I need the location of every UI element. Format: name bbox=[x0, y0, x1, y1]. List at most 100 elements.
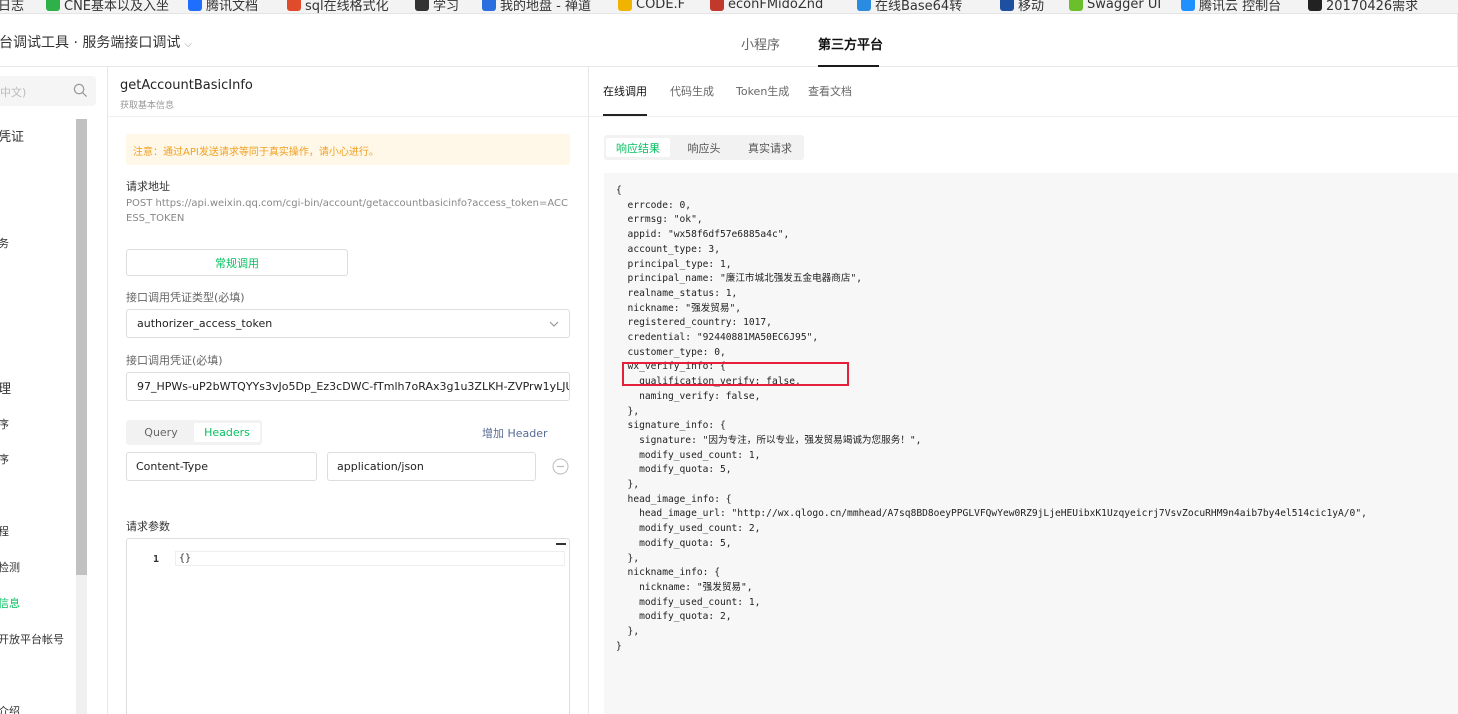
bookmark-favicon-icon bbox=[1000, 0, 1014, 11]
search-icon[interactable] bbox=[73, 83, 88, 98]
sidebar-item-active[interactable]: 信息 bbox=[0, 595, 20, 611]
chevron-down-icon bbox=[549, 321, 559, 327]
editor-line[interactable]: {} bbox=[175, 551, 565, 566]
response-body: { errcode: 0, errmsg: "ok", appid: "wx58… bbox=[604, 173, 1458, 714]
request-panel: getAccountBasicInfo 获取基本信息 注意：通过API发送请求等… bbox=[108, 67, 589, 714]
highlight-annotation bbox=[622, 362, 849, 386]
add-header-link[interactable]: 增加 Header bbox=[482, 425, 548, 441]
bookmark-item[interactable]: 移动 bbox=[1000, 0, 1044, 13]
request-url-label: 请求地址 bbox=[126, 180, 170, 193]
minimize-icon[interactable] bbox=[556, 543, 566, 545]
response-panel: 在线调用 代码生成 Token生成 查看文档 响应结果 响应头 真实请求 { e… bbox=[589, 67, 1458, 714]
bookmark-label: 学习 bbox=[433, 0, 460, 14]
bookmark-label: 腾讯文档 bbox=[206, 0, 259, 14]
top-header: 台调试工具 · 服务端接口调试 ⌵ 小程序 第三方平台 bbox=[0, 14, 1458, 67]
remove-circle-icon[interactable] bbox=[552, 458, 569, 475]
sidebar-item[interactable]: 检测 bbox=[0, 559, 20, 575]
bookmark-favicon-icon bbox=[1308, 0, 1322, 11]
bookmark-label: 腾讯云 控制台 bbox=[1199, 0, 1282, 14]
sidebar-item[interactable]: 序 bbox=[0, 451, 9, 467]
normal-call-button[interactable]: 常规调用 bbox=[126, 249, 348, 276]
tab-headers[interactable]: Headers bbox=[194, 423, 260, 442]
bookmark-favicon-icon bbox=[46, 0, 60, 11]
request-url: POST https://api.weixin.qq.com/cgi-bin/a… bbox=[126, 198, 568, 224]
header-value-value: application/json bbox=[337, 460, 424, 473]
bookmark-item[interactable]: Swagger UI bbox=[1069, 0, 1161, 13]
bookmark-item[interactable]: 腾讯文档 bbox=[188, 0, 258, 13]
sidebar-item[interactable]: 序 bbox=[0, 416, 9, 432]
bookmark-item[interactable]: 日志 bbox=[0, 0, 24, 13]
token-label: 接口调用凭证(必填) bbox=[126, 354, 223, 367]
app-title-text: 台调试工具 · 服务端接口调试 bbox=[0, 35, 181, 51]
search-placeholder: 中文) bbox=[0, 86, 27, 99]
sidebar-item[interactable]: 凭证 bbox=[0, 126, 24, 145]
bookmark-item[interactable]: 学习 bbox=[415, 0, 459, 13]
bookmark-favicon-icon bbox=[857, 0, 871, 11]
warning-banner: 注意：通过API发送请求等同于真实操作，请小心进行。 bbox=[126, 134, 570, 165]
sidebar-item[interactable]: 理 bbox=[0, 378, 11, 397]
bookmark-item[interactable]: 20170426需求 bbox=[1308, 0, 1418, 13]
bookmark-label: CODE.F bbox=[636, 0, 686, 12]
bookmark-item[interactable]: 腾讯云 控制台 bbox=[1181, 0, 1281, 13]
tab-response-headers[interactable]: 响应头 bbox=[672, 138, 736, 157]
scrollbar-thumb[interactable] bbox=[76, 119, 87, 575]
app-title[interactable]: 台调试工具 · 服务端接口调试 ⌵ bbox=[0, 32, 192, 52]
tab-response-result[interactable]: 响应结果 bbox=[606, 138, 670, 157]
bookmark-favicon-icon bbox=[287, 0, 301, 11]
token-type-value: authorizer_access_token bbox=[137, 317, 273, 330]
token-type-select[interactable]: authorizer_access_token bbox=[126, 309, 570, 338]
bookmarks-bar: 日志 CNE基本以及入坐 腾讯文档 sql在线格式化 学习 我的地盘 - 禅道 CODE.F… bbox=[0, 0, 1458, 14]
bookmark-favicon-icon bbox=[415, 0, 429, 11]
bookmark-label: 移动 bbox=[1018, 0, 1045, 14]
bookmark-favicon-icon bbox=[618, 0, 632, 11]
sidebar: 中文) 凭证 务 理 序 序 程 检测 信息 开放平台帐号 介绍 bbox=[0, 67, 108, 714]
divider bbox=[108, 116, 588, 117]
bookmark-label: 在线Base64转 bbox=[875, 0, 963, 14]
bookmark-label: 我的地盘 - 禅道 bbox=[500, 0, 591, 14]
tab-code-gen[interactable]: 代码生成 bbox=[670, 83, 714, 99]
sidebar-scrollbar[interactable] bbox=[76, 119, 87, 714]
bookmark-item[interactable]: 我的地盘 - 禅道 bbox=[482, 0, 591, 13]
bookmark-label: econFMidoZnd bbox=[728, 0, 824, 12]
bookmark-favicon-icon bbox=[482, 0, 496, 11]
bookmark-label: 日志 bbox=[0, 0, 25, 14]
response-tab-group: 响应结果 响应头 真实请求 bbox=[604, 135, 804, 160]
api-description: 获取基本信息 bbox=[120, 101, 175, 111]
bookmark-item[interactable]: CNE基本以及入坐 bbox=[46, 0, 169, 13]
search-input[interactable]: 中文) bbox=[0, 76, 96, 106]
token-input[interactable]: 97_HPWs-uP2bWTQYYs3vJo5Dp_Ez3cDWC-fTmlh7… bbox=[126, 372, 570, 401]
api-name: getAccountBasicInfo bbox=[120, 78, 253, 93]
token-value: 97_HPWs-uP2bWTQYYs3vJo5Dp_Ez3cDWC-fTmlh7… bbox=[137, 380, 569, 393]
line-number: 1 bbox=[153, 554, 160, 565]
params-tab-group: Query Headers bbox=[126, 420, 262, 445]
response-code: { errcode: 0, errmsg: "ok", appid: "wx58… bbox=[616, 185, 1367, 652]
bookmark-item[interactable]: 在线Base64转 bbox=[857, 0, 962, 13]
sidebar-item[interactable]: 程 bbox=[0, 523, 9, 539]
request-params-label: 请求参数 bbox=[126, 520, 170, 533]
tab-online-call[interactable]: 在线调用 bbox=[603, 83, 647, 99]
bookmark-label: CNE基本以及入坐 bbox=[64, 0, 170, 14]
bookmark-item[interactable]: econFMidoZnd bbox=[710, 0, 823, 13]
bookmark-item[interactable]: CODE.F bbox=[618, 0, 685, 13]
bookmark-favicon-icon bbox=[1181, 0, 1195, 11]
tab-query[interactable]: Query bbox=[128, 423, 194, 442]
token-type-label: 接口调用凭证类型(必填) bbox=[126, 291, 245, 304]
chevron-down-icon[interactable]: ⌵ bbox=[184, 39, 192, 50]
bookmark-label: 20170426需求 bbox=[1326, 0, 1419, 14]
tab-real-request[interactable]: 真实请求 bbox=[738, 138, 802, 157]
code-editor[interactable]: 1 {} bbox=[126, 538, 570, 714]
bookmark-item[interactable]: sql在线格式化 bbox=[287, 0, 389, 13]
divider bbox=[589, 116, 1458, 117]
tab-view-docs[interactable]: 查看文档 bbox=[808, 83, 852, 99]
bookmark-favicon-icon bbox=[710, 0, 724, 11]
sidebar-item[interactable]: 介绍 bbox=[0, 703, 20, 714]
sidebar-item[interactable]: 务 bbox=[0, 235, 9, 251]
header-key-value: Content-Type bbox=[136, 460, 208, 473]
sidebar-item[interactable]: 开放平台帐号 bbox=[0, 631, 64, 647]
tab-token-gen[interactable]: Token生成 bbox=[736, 83, 789, 99]
header-value-input[interactable]: application/json bbox=[327, 452, 536, 481]
tab-third-party-platform[interactable]: 第三方平台 bbox=[818, 34, 883, 53]
header-key-input[interactable]: Content-Type bbox=[126, 452, 317, 481]
bookmark-label: sql在线格式化 bbox=[305, 0, 389, 14]
tab-mini-program[interactable]: 小程序 bbox=[741, 34, 780, 53]
